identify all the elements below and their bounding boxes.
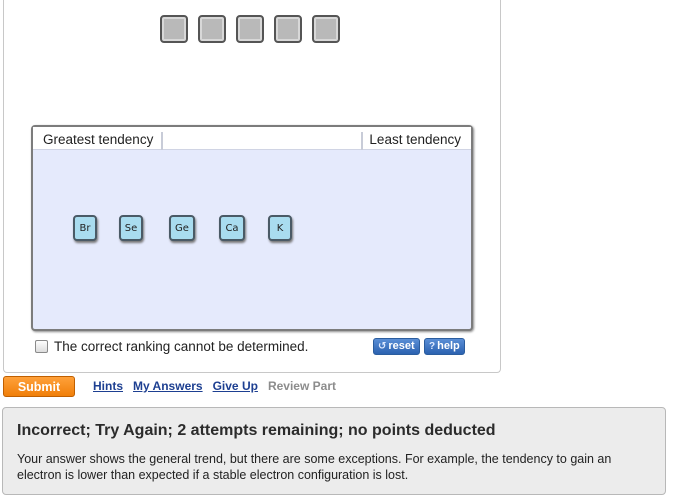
ranking-header: Greatest tendency Least tendency <box>33 127 471 150</box>
answer-slot-5[interactable] <box>312 15 340 43</box>
answer-slot-3[interactable] <box>236 15 264 43</box>
give-up-link[interactable]: Give Up <box>213 379 258 393</box>
question-panel: Greatest tendency Least tendency Br Se G… <box>3 0 501 373</box>
review-part-link[interactable]: Review Part <box>268 379 336 393</box>
ranking-area[interactable]: Greatest tendency Least tendency Br Se G… <box>31 125 473 331</box>
cannot-determine-option[interactable]: The correct ranking cannot be determined… <box>35 339 308 354</box>
submit-button[interactable]: Submit <box>3 376 75 397</box>
hints-link[interactable]: Hints <box>93 379 123 393</box>
answer-actions: Hints My Answers Give Up Review Part <box>93 379 336 393</box>
reset-button[interactable]: ↺ reset <box>373 338 420 355</box>
greatest-tendency-label: Greatest tendency <box>43 132 164 150</box>
element-tile-br[interactable]: Br <box>73 215 97 241</box>
feedback-box: Incorrect; Try Again; 2 attempts remaini… <box>2 407 666 495</box>
answer-slot-2[interactable] <box>198 15 226 43</box>
feedback-title: Incorrect; Try Again; 2 attempts remaini… <box>17 422 496 439</box>
reset-icon: ↺ <box>378 341 387 352</box>
element-tile-se[interactable]: Se <box>119 215 143 241</box>
element-tile-k[interactable]: K <box>268 215 292 241</box>
help-label: help <box>437 340 460 352</box>
my-answers-link[interactable]: My Answers <box>133 379 203 393</box>
help-button[interactable]: ? help <box>424 338 465 355</box>
element-tile-ca[interactable]: Ca <box>219 215 245 241</box>
answer-slot-4[interactable] <box>274 15 302 43</box>
feedback-message: Your answer shows the general trend, but… <box>17 452 612 482</box>
reset-label: reset <box>388 340 415 352</box>
cannot-determine-checkbox[interactable] <box>35 340 48 353</box>
answer-slots <box>160 15 340 43</box>
question-mark-icon: ? <box>429 341 436 352</box>
answer-slot-1[interactable] <box>160 15 188 43</box>
element-tile-ge[interactable]: Ge <box>169 215 195 241</box>
least-tendency-label: Least tendency <box>361 132 461 150</box>
cannot-determine-label: The correct ranking cannot be determined… <box>54 339 309 354</box>
